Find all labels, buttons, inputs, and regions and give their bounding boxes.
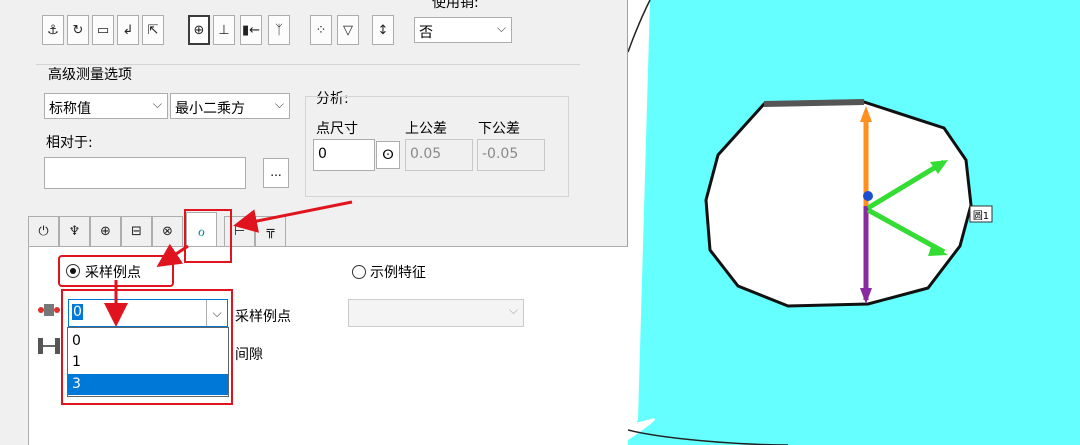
- vertical-arrows-icon[interactable]: ↕: [372, 15, 394, 45]
- pin-icon: ╦: [266, 224, 275, 239]
- use-pin-select[interactable]: 否 ⌵: [414, 17, 512, 43]
- tab-card[interactable]: ⊟: [121, 216, 152, 246]
- chevron-down-icon: ⌵: [152, 97, 162, 111]
- relative-to-label: 相对于:: [46, 135, 93, 151]
- page-icon[interactable]: ▭: [92, 15, 114, 45]
- cross-circle-icon: ⊗: [162, 224, 173, 239]
- tab-power[interactable]: ⏻: [28, 216, 59, 246]
- upper-tol-label: 上公差: [405, 121, 447, 137]
- align-v-icon[interactable]: ᛉ: [268, 15, 290, 45]
- tab-crosshair[interactable]: ⊕: [90, 216, 121, 246]
- use-pin-label: 使用销:: [432, 0, 479, 11]
- wrench-icon: ⊢: [233, 224, 246, 239]
- radio-example-feature-label: 示例特征: [370, 265, 426, 281]
- gap-label: 间隙: [235, 347, 263, 363]
- annotation-box-radio: [58, 255, 174, 287]
- method-select[interactable]: 最小二乘方 ⌵: [170, 93, 290, 119]
- chevron-down-icon: ⌵: [508, 303, 518, 317]
- points-icon[interactable]: ⁘: [310, 15, 332, 45]
- anchor-icon[interactable]: ⚓: [42, 15, 64, 45]
- move-icon[interactable]: ⇱: [142, 15, 164, 45]
- gap-icon: [36, 334, 62, 358]
- annotation-box-dropdown: [61, 289, 233, 405]
- align-left-icon[interactable]: ▮←: [240, 15, 262, 45]
- tab-pin[interactable]: ╦: [255, 216, 286, 246]
- target-icon[interactable]: ⊕: [188, 15, 210, 45]
- fork-icon: ♆: [68, 224, 81, 239]
- cad-viewport[interactable]: 圆1: [628, 0, 1080, 445]
- probe-icon[interactable]: ⵙ: [376, 141, 400, 169]
- filter-icon[interactable]: ▽: [337, 15, 359, 45]
- point-size-label: 点尺寸: [316, 121, 358, 137]
- viewport-scene: [628, 0, 1080, 445]
- lower-tol-label: 下公差: [478, 121, 520, 137]
- tab-fork[interactable]: ♆: [59, 216, 90, 246]
- crosshair-icon: ⊕: [100, 224, 111, 239]
- advanced-options-title: 高级测量选项: [48, 67, 132, 83]
- tab-cross-circle[interactable]: ⊗: [152, 216, 183, 246]
- power-icon: ⏻: [38, 224, 49, 239]
- point-size-input[interactable]: 0: [313, 139, 375, 171]
- upper-tol-input[interactable]: 0.05: [405, 139, 473, 171]
- nominal-select[interactable]: 标称值 ⌵: [44, 93, 168, 119]
- point-down-icon[interactable]: ⊥: [213, 15, 235, 45]
- relative-to-input[interactable]: [44, 157, 246, 189]
- rotate-icon[interactable]: ↻: [67, 15, 89, 45]
- card-icon: ⊟: [131, 224, 142, 239]
- lower-tol-input[interactable]: -0.05: [477, 139, 545, 171]
- sample-point-icon: [36, 298, 62, 322]
- return-arrow-icon[interactable]: ↲: [117, 15, 139, 45]
- example-feature-select[interactable]: ⌵: [348, 299, 524, 327]
- chevron-down-icon: ⌵: [274, 97, 284, 111]
- sample-count-label: 采样例点: [235, 309, 291, 325]
- feature-label-tag[interactable]: 圆1: [970, 207, 992, 222]
- annotation-box-tab: [184, 209, 232, 263]
- browse-button[interactable]: ...: [263, 158, 289, 188]
- radio-example-feature[interactable]: [352, 265, 366, 279]
- chevron-down-icon: ⌵: [496, 21, 506, 35]
